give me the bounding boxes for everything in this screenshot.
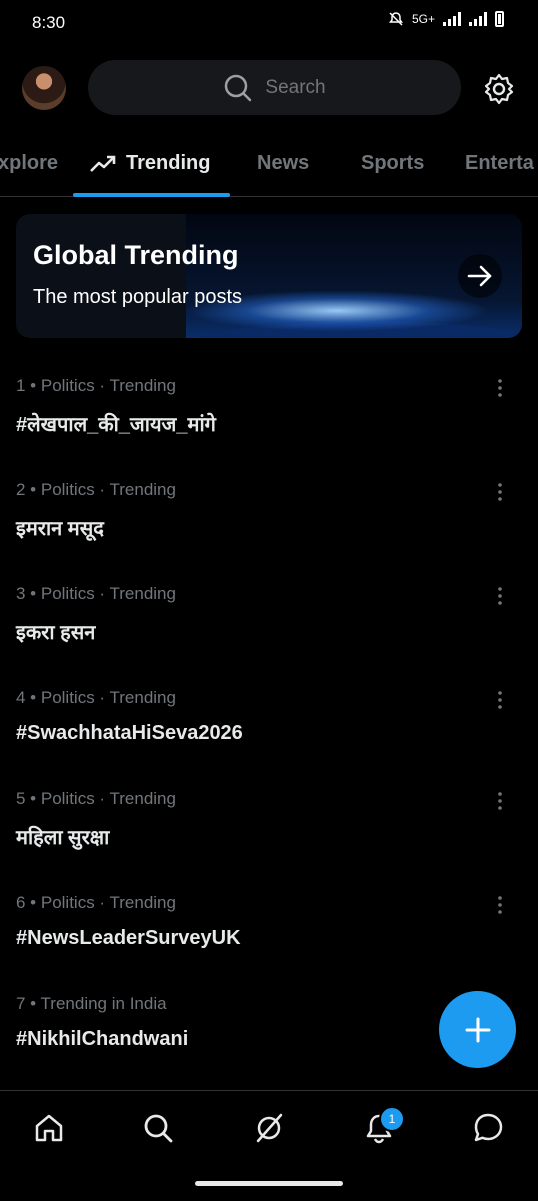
trend-meta: 7 • Trending in India <box>16 994 167 1013</box>
signal-icon <box>443 12 461 26</box>
signal-icon <box>469 12 487 26</box>
trend-meta: 6 • Politics · Trending <box>16 893 176 912</box>
avatar[interactable] <box>22 66 66 110</box>
more-options-icon[interactable] <box>496 791 504 811</box>
tab-trending-label: Trending <box>126 152 211 174</box>
trend-title: महिला सुरक्षा <box>16 827 110 849</box>
trend-item[interactable]: 4 • Politics · Trending #SwachhataHiSeva… <box>0 688 538 792</box>
trend-item[interactable]: 2 • Politics · Trending इमरान मसूद <box>0 480 538 584</box>
trend-title: #NewsLeaderSurveyUK <box>16 927 241 949</box>
home-icon[interactable] <box>32 1111 66 1145</box>
more-options-icon[interactable] <box>496 482 504 502</box>
status-bar: 8:30 5G+ <box>0 0 538 44</box>
banner-arrow-button[interactable] <box>458 254 502 298</box>
compose-button[interactable] <box>439 991 516 1068</box>
tab-trending[interactable]: Trending <box>90 152 210 175</box>
active-tab-indicator <box>73 193 230 197</box>
trend-meta: 4 • Politics · Trending <box>16 688 176 707</box>
tab-entertainment[interactable]: Enterta <box>465 152 534 175</box>
tab-explore[interactable]: xplore <box>0 152 58 175</box>
global-trending-banner[interactable]: Global Trending The most popular posts <box>16 214 522 338</box>
trend-meta: 1 • Politics · Trending <box>16 376 176 395</box>
search-placeholder: Search <box>265 76 326 98</box>
top-bar: Search <box>0 60 538 116</box>
trend-meta: 2 • Politics · Trending <box>16 480 176 499</box>
battery-icon <box>495 11 504 27</box>
gear-icon[interactable] <box>482 72 516 106</box>
more-options-icon[interactable] <box>496 378 504 398</box>
tab-sports[interactable]: Sports <box>361 152 424 175</box>
grok-icon[interactable] <box>252 1111 286 1145</box>
search-icon <box>225 74 252 101</box>
search-input[interactable]: Search <box>88 60 461 115</box>
trend-meta: 3 • Politics · Trending <box>16 584 176 603</box>
more-options-icon[interactable] <box>496 895 504 915</box>
status-time: 8:30 <box>32 13 66 32</box>
trend-title: इमरान मसूद <box>16 518 104 540</box>
arrow-right-icon <box>467 265 492 287</box>
network-type: 5G+ <box>411 12 435 26</box>
trend-item[interactable]: 1 • Politics · Trending #लेखपाल_की_जायज_… <box>0 376 538 480</box>
trend-title: इकरा हसन <box>16 622 96 644</box>
trend-item[interactable]: 6 • Politics · Trending #NewsLeaderSurve… <box>0 893 538 997</box>
status-icons: 5G+ <box>388 11 504 27</box>
notifications-muted-icon <box>388 12 403 26</box>
notification-badge: 1 <box>379 1106 405 1132</box>
tab-news[interactable]: News <box>257 152 309 175</box>
trend-title: #SwachhataHiSeva2026 <box>16 722 243 744</box>
messages-icon[interactable] <box>471 1111 505 1145</box>
tab-bar: xplore Trending News Sports Enterta <box>0 140 538 197</box>
banner-title: Global Trending <box>33 240 239 270</box>
trend-item[interactable]: 5 • Politics · Trending महिला सुरक्षा <box>0 789 538 893</box>
more-options-icon[interactable] <box>496 690 504 710</box>
plus-icon <box>465 1017 490 1042</box>
bottom-navigation: 1 <box>0 1090 538 1201</box>
trend-meta: 5 • Politics · Trending <box>16 789 176 808</box>
trend-item[interactable]: 3 • Politics · Trending इकरा हसन <box>0 584 538 688</box>
banner-subtitle: The most popular posts <box>33 286 242 308</box>
trending-up-icon <box>90 155 116 172</box>
trend-title: #लेखपाल_की_जायज_मांगे <box>16 414 216 436</box>
home-indicator <box>195 1181 343 1186</box>
more-options-icon[interactable] <box>496 586 504 606</box>
trend-title: #NikhilChandwani <box>16 1028 189 1050</box>
search-icon[interactable] <box>141 1111 175 1145</box>
